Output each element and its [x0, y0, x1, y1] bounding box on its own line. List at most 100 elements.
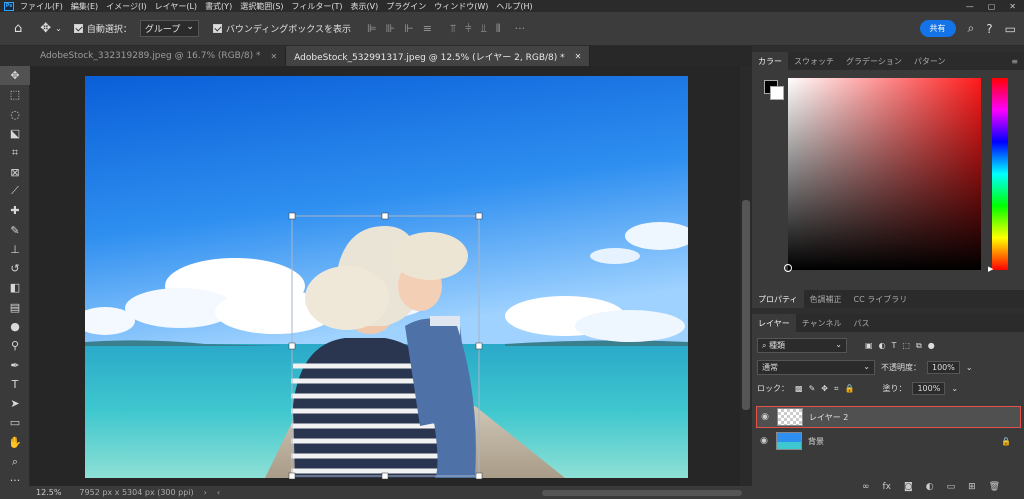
- align-middle-v-icon[interactable]: ⫩: [465, 22, 471, 36]
- filter-adjustment-icon[interactable]: ◐: [879, 341, 886, 350]
- menu-image[interactable]: イメージ(I): [106, 1, 146, 12]
- help-icon[interactable]: ?: [986, 22, 992, 36]
- layer-style-icon[interactable]: fx: [883, 482, 892, 492]
- layer-name[interactable]: レイヤー 2: [809, 412, 848, 423]
- menu-type[interactable]: 書式(Y): [205, 1, 232, 12]
- color-picker-field[interactable]: [788, 78, 981, 270]
- link-layers-icon[interactable]: ∞: [862, 482, 870, 492]
- crop-icon[interactable]: ⌗: [0, 143, 30, 162]
- home-icon[interactable]: ⌂: [14, 21, 22, 36]
- tool-preset-chevron-icon[interactable]: ⌄: [55, 24, 62, 33]
- share-button[interactable]: 共有: [919, 20, 956, 37]
- align-top-icon[interactable]: ⫪: [450, 22, 456, 36]
- visibility-eye-icon[interactable]: ◉: [756, 436, 772, 446]
- new-group-icon[interactable]: ▭: [947, 482, 956, 492]
- hue-slider[interactable]: [992, 78, 1008, 270]
- move-icon[interactable]: ✥: [0, 66, 30, 86]
- fill-chevron-icon[interactable]: ⌄: [951, 384, 958, 393]
- healing-brush-icon[interactable]: ✚: [0, 201, 30, 220]
- maximize-icon[interactable]: ▢: [988, 2, 996, 11]
- align-right-icon[interactable]: ⊩: [404, 22, 414, 35]
- marquee-icon[interactable]: ⬚: [0, 85, 30, 104]
- distribute-v-icon[interactable]: ⦀: [496, 22, 501, 36]
- align-center-h-icon[interactable]: ⊪: [386, 22, 396, 35]
- close-window-icon[interactable]: ✕: [1009, 2, 1016, 11]
- tab-color[interactable]: カラー: [752, 52, 788, 70]
- new-layer-icon[interactable]: ⊞: [968, 482, 976, 492]
- menu-help[interactable]: ヘルプ(H): [496, 1, 532, 12]
- document-info[interactable]: 7952 px x 5304 px (300 ppi): [79, 488, 193, 497]
- opacity-chevron-icon[interactable]: ⌄: [966, 363, 973, 372]
- layer-name[interactable]: 背景: [808, 436, 824, 447]
- lock-all-icon[interactable]: 🔒: [844, 384, 854, 393]
- path-select-icon[interactable]: ➤: [0, 394, 30, 413]
- menu-view[interactable]: 表示(V): [351, 1, 379, 12]
- menu-plugins[interactable]: プラグイン: [386, 1, 426, 12]
- layer-row-background[interactable]: ◉ 背景 🔒: [756, 430, 1021, 452]
- delete-layer-icon[interactable]: 🗑: [989, 482, 1000, 492]
- opacity-input[interactable]: 100%: [927, 361, 960, 374]
- move-tool-icon[interactable]: ✥: [40, 21, 51, 36]
- menu-edit[interactable]: 編集(E): [71, 1, 98, 12]
- menu-select[interactable]: 選択範囲(S): [240, 1, 283, 12]
- tab-patterns[interactable]: パターン: [908, 52, 952, 70]
- menu-filter[interactable]: フィルター(T): [292, 1, 343, 12]
- pen-icon[interactable]: ✒: [0, 355, 30, 374]
- panel-menu-icon[interactable]: ≡: [1005, 52, 1024, 70]
- tab-gradients[interactable]: グラデーション: [840, 52, 908, 70]
- align-bottom-icon[interactable]: ⫫: [481, 22, 487, 36]
- filter-toggle-icon[interactable]: ●: [928, 341, 935, 350]
- transform-bounding-box[interactable]: [30, 66, 740, 486]
- lock-position-icon[interactable]: ✥: [821, 384, 828, 393]
- history-brush-icon[interactable]: ↺: [0, 259, 30, 278]
- hue-slider-marker-icon[interactable]: ▶: [988, 265, 993, 273]
- rectangle-icon[interactable]: ▭: [0, 413, 30, 432]
- zoom-icon[interactable]: ⌕: [0, 452, 30, 471]
- gradient-icon[interactable]: ▤: [0, 298, 30, 317]
- visibility-eye-icon[interactable]: ◉: [757, 412, 773, 422]
- tab-layers[interactable]: レイヤー: [752, 314, 796, 332]
- eraser-icon[interactable]: ◧: [0, 278, 30, 297]
- new-adjustment-icon[interactable]: ◐: [926, 482, 934, 492]
- lock-image-icon[interactable]: ✎: [809, 384, 816, 393]
- color-picker-cursor[interactable]: [784, 264, 792, 272]
- align-left-icon[interactable]: ⊫: [367, 22, 377, 35]
- type-icon[interactable]: T: [0, 375, 30, 394]
- filter-smart-object-icon[interactable]: ⧉: [916, 341, 922, 351]
- close-icon[interactable]: ✕: [575, 52, 582, 61]
- horizontal-scrollbar[interactable]: [542, 489, 742, 496]
- zoom-level[interactable]: 12.5%: [36, 488, 61, 497]
- minimize-icon[interactable]: —: [966, 2, 974, 11]
- tab-document-2[interactable]: AdobeStock_532991317.jpeg @ 12.5% (レイヤー …: [286, 46, 591, 66]
- tab-paths[interactable]: パス: [848, 314, 876, 332]
- tab-channels[interactable]: チャンネル: [796, 314, 848, 332]
- add-mask-icon[interactable]: ◙: [904, 482, 913, 492]
- hand-icon[interactable]: ✋: [0, 433, 30, 452]
- distribute-h-icon[interactable]: ≡: [423, 22, 432, 35]
- close-icon[interactable]: ✕: [270, 52, 277, 61]
- object-select-icon[interactable]: ⬕: [0, 124, 30, 143]
- status-arrow-icon[interactable]: ›: [204, 488, 207, 497]
- frame-icon[interactable]: ⊠: [0, 162, 30, 181]
- bounding-box-checkbox[interactable]: [212, 23, 226, 34]
- menu-file[interactable]: ファイル(F): [20, 1, 63, 12]
- lasso-icon[interactable]: ◌: [0, 105, 30, 124]
- search-icon[interactable]: ⌕: [968, 21, 975, 36]
- filter-type-icon[interactable]: T: [892, 341, 897, 350]
- filter-pixel-icon[interactable]: ▣: [865, 341, 873, 350]
- tab-swatches[interactable]: スウォッチ: [788, 52, 840, 70]
- dodge-icon[interactable]: ⚲: [0, 336, 30, 355]
- tab-cc-libraries[interactable]: CC ライブラリ: [848, 290, 914, 308]
- fill-input[interactable]: 100%: [912, 382, 946, 395]
- status-menu-icon[interactable]: ‹: [217, 488, 220, 497]
- eyedropper-icon[interactable]: ⟋: [0, 182, 30, 201]
- menu-window[interactable]: ウィンドウ(W): [434, 1, 488, 12]
- brush-icon[interactable]: ✎: [0, 220, 30, 239]
- layer-row-layer-2[interactable]: ◉ レイヤー 2: [756, 406, 1021, 428]
- tab-adjustments[interactable]: 色調補正: [804, 290, 848, 308]
- layer-filter-select[interactable]: ⌕ 種類 ⌄: [757, 338, 847, 353]
- stamp-icon[interactable]: ⊥: [0, 240, 30, 259]
- auto-select-checkbox[interactable]: [73, 23, 87, 34]
- tab-properties[interactable]: プロパティ: [752, 290, 804, 308]
- workspace-icon[interactable]: ▭: [1005, 22, 1016, 36]
